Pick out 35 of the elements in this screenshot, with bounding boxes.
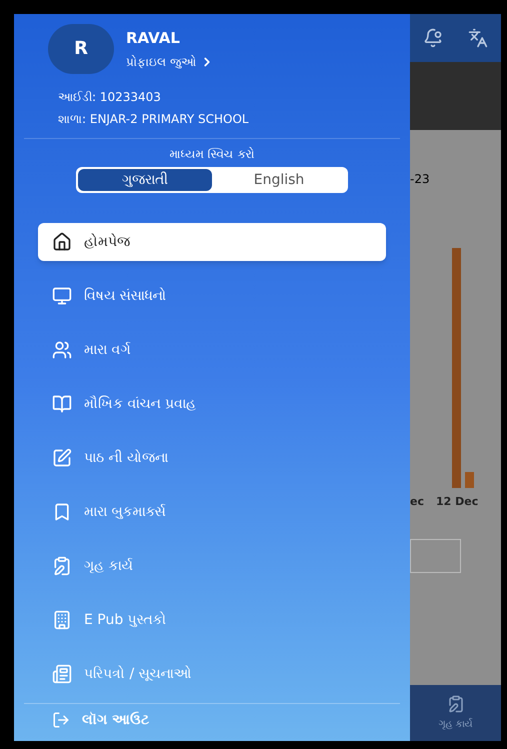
menu-item[interactable]: મૌખિક વાંચન પ્રવાહ [38, 385, 386, 423]
clipboard-pen-icon [52, 556, 72, 576]
menu-item[interactable]: વિષય સંસાધનો [38, 277, 386, 315]
menu-item[interactable]: ગૃહ કાર્ય [38, 547, 386, 585]
axis-label: 12 Dec [436, 494, 478, 510]
menu-item[interactable]: મારા બુકમાર્ક્સ [38, 493, 386, 531]
user-id: આઈડી: 10233403 [58, 89, 162, 106]
menu-item[interactable]: પાઠ ની યોજના [38, 439, 386, 477]
axis-label: ec [410, 494, 424, 510]
medium-switch-label: માધ્યમ સ્વિચ કરો [168, 146, 256, 163]
bell-icon[interactable] [422, 28, 443, 48]
monitor-icon [52, 286, 72, 306]
school-name: શાળા: ENJAR-2 PRIMARY SCHOOL [58, 111, 250, 128]
field-outline [410, 538, 461, 572]
people-icon [52, 340, 72, 360]
bottom-nav-item[interactable]: ગૃહ કાર્ય [410, 685, 501, 741]
user-name: RAVAL [126, 28, 181, 49]
menu-item[interactable]: પરિપત્રો / સૂચનાઓ [38, 655, 386, 693]
book-icon [52, 394, 72, 414]
clipboard-pen-icon [446, 694, 464, 712]
house-icon [52, 232, 72, 252]
translate-icon[interactable] [468, 28, 488, 48]
menu-item[interactable]: મારા વર્ગ [38, 331, 386, 369]
menu-item[interactable]: હોમપેજ [38, 223, 386, 261]
view-profile-link[interactable]: પ્રોફાઇલ જુઓ [126, 53, 214, 72]
date-text: -23 [410, 171, 431, 188]
pen-square-icon [52, 448, 72, 468]
logout-button[interactable]: લૉગ આઉટ [14, 704, 410, 736]
building-icon [52, 610, 72, 630]
menu-item[interactable]: E Pub પુસ્તકો [38, 601, 386, 639]
logout-icon [52, 711, 70, 729]
language-option[interactable]: ગુજરાતી [78, 169, 212, 191]
language-option[interactable]: English [212, 169, 346, 191]
avatar: R [48, 24, 114, 74]
newspaper-icon [52, 664, 72, 684]
